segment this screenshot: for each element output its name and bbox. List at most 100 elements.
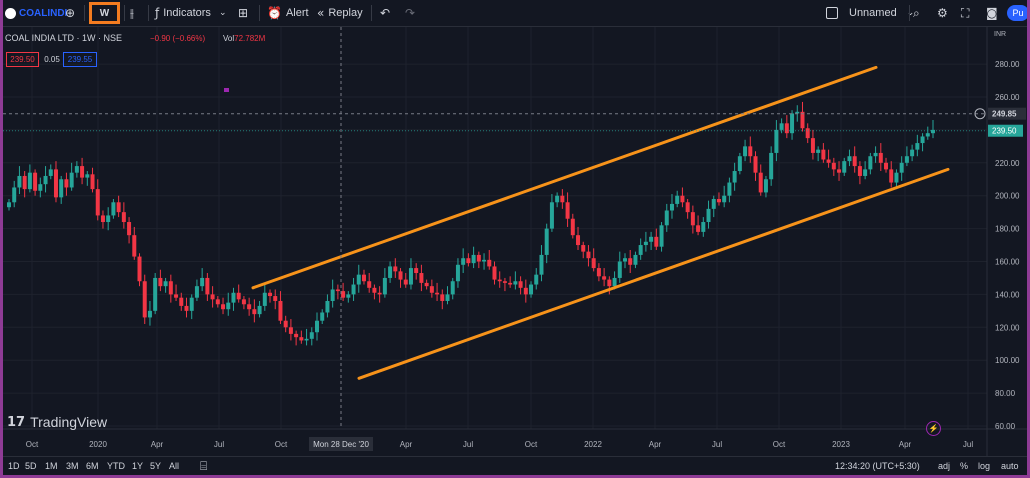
candle-body[interactable] [722, 195, 727, 203]
user-avatar[interactable]: Pu [1007, 5, 1027, 21]
candle-body[interactable] [361, 274, 366, 282]
layout-selector[interactable]: Unnamed ⌄ [826, 0, 914, 26]
candle-body[interactable] [784, 123, 789, 134]
auto-toggle[interactable]: auto [1001, 461, 1019, 471]
candle-body[interactable] [341, 291, 346, 298]
candle-body[interactable] [680, 195, 685, 203]
candle-body[interactable] [915, 143, 920, 150]
candle-body[interactable] [377, 292, 382, 295]
candle-body[interactable] [513, 281, 518, 285]
candle-body[interactable] [309, 332, 314, 339]
candle-body[interactable] [711, 198, 716, 209]
candle-body[interactable] [633, 254, 638, 265]
candle-body[interactable] [268, 292, 273, 297]
candle-body[interactable] [205, 277, 210, 295]
candle-body[interactable] [461, 258, 466, 265]
ask-price[interactable]: 239.55 [63, 52, 97, 67]
candle-body[interactable] [696, 225, 701, 232]
candle-body[interactable] [221, 304, 226, 310]
symbol-search[interactable]: COALINDI [5, 0, 67, 26]
candle-body[interactable] [48, 169, 53, 176]
candle-body[interactable] [617, 261, 622, 278]
candle-body[interactable] [304, 338, 309, 341]
candle-body[interactable] [570, 218, 575, 236]
candle-body[interactable] [837, 169, 842, 173]
candle-body[interactable] [529, 284, 534, 295]
candle-body[interactable] [523, 287, 528, 295]
candle-body[interactable] [873, 152, 878, 157]
candle-body[interactable] [419, 273, 424, 283]
candle-body[interactable] [743, 146, 748, 157]
candle-body[interactable] [565, 202, 570, 219]
candle-body[interactable] [842, 161, 847, 173]
candle-body[interactable] [586, 251, 591, 259]
range-5d[interactable]: 5D [25, 461, 37, 471]
range-6m[interactable]: 6M [86, 461, 99, 471]
candle-body[interactable] [226, 302, 231, 310]
candle-body[interactable] [889, 169, 894, 183]
candle-body[interactable] [826, 159, 831, 163]
candle-body[interactable] [763, 179, 768, 193]
clock-time[interactable]: 12:34:20 (UTC+5:30) [835, 461, 920, 471]
candle-body[interactable] [351, 284, 356, 295]
candle-body[interactable] [231, 292, 236, 303]
candle-body[interactable] [602, 276, 607, 280]
adj-toggle[interactable]: adj [938, 461, 950, 471]
candle-body[interactable] [591, 258, 596, 269]
candle-body[interactable] [868, 156, 873, 170]
candle-body[interactable] [502, 281, 507, 283]
candle-body[interactable] [863, 169, 868, 176]
candle-body[interactable] [884, 162, 889, 170]
candle-body[interactable] [278, 300, 283, 321]
candle-body[interactable] [805, 128, 810, 139]
candle-body[interactable] [382, 277, 387, 295]
candle-body[interactable] [623, 258, 627, 262]
candle-body[interactable] [669, 203, 674, 211]
candle-body[interactable] [497, 279, 502, 282]
templates-icon[interactable]: ⊞ [238, 0, 248, 26]
candle-body[interactable] [132, 235, 137, 257]
candle-body[interactable] [367, 281, 372, 288]
candle-body[interactable] [518, 281, 523, 288]
channel-lower-line[interactable] [357, 167, 950, 380]
candle-body[interactable] [555, 195, 560, 203]
candle-body[interactable] [7, 202, 11, 208]
candle-body[interactable] [607, 279, 612, 287]
candle-body[interactable] [69, 172, 74, 188]
candle-body[interactable] [257, 305, 262, 315]
range-ytd[interactable]: YTD [107, 461, 125, 471]
candle-body[interactable] [429, 286, 434, 293]
candle-body[interactable] [59, 179, 64, 198]
candle-body[interactable] [810, 138, 815, 153]
candle-body[interactable] [628, 258, 633, 265]
candle-body[interactable] [356, 274, 361, 285]
candle-body[interactable] [659, 225, 664, 247]
candle-body[interactable] [732, 171, 737, 183]
tradingview-logo[interactable]: 𝟭𝟳 TradingView [7, 414, 107, 430]
candle-body[interactable] [581, 245, 586, 252]
candle-body[interactable] [179, 297, 184, 306]
candle-body[interactable] [664, 210, 669, 226]
candle-body[interactable] [330, 289, 335, 301]
candle-body[interactable] [294, 333, 299, 338]
range-1m[interactable]: 1M [45, 461, 58, 471]
candle-body[interactable] [753, 156, 758, 173]
candle-body[interactable] [142, 281, 147, 318]
candle-body[interactable] [64, 179, 69, 188]
candle-body[interactable] [685, 202, 690, 213]
candle-body[interactable] [372, 287, 377, 293]
candle-body[interactable] [492, 266, 497, 280]
candle-body[interactable] [852, 156, 857, 167]
candle-body[interactable] [288, 327, 293, 334]
settings-icon[interactable]: ⚙ [937, 0, 948, 26]
candle-body[interactable] [398, 271, 403, 280]
candle-body[interactable] [643, 241, 648, 246]
legend-title[interactable]: COAL INDIA LTD · 1W · NSE [5, 33, 122, 43]
candle-body[interactable] [100, 215, 105, 223]
candle-body[interactable] [899, 162, 904, 173]
candle-body[interactable] [638, 245, 643, 255]
candle-body[interactable] [910, 149, 915, 157]
candle-body[interactable] [748, 146, 753, 157]
candle-body[interactable] [560, 195, 565, 203]
candle-body[interactable] [17, 175, 22, 188]
